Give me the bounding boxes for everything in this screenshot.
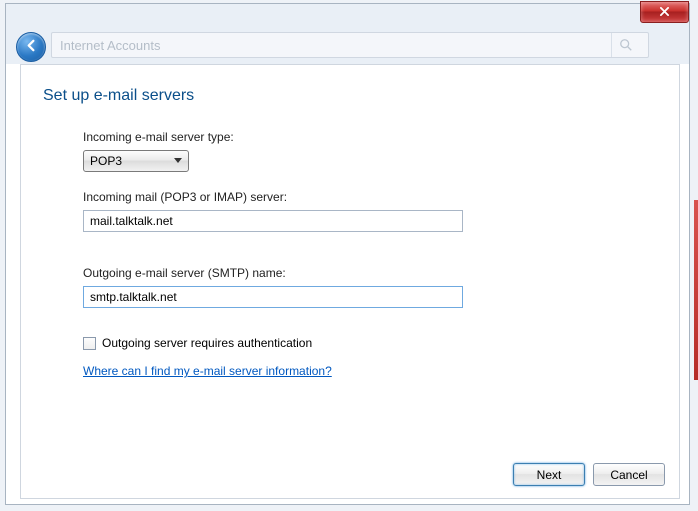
close-button[interactable] — [640, 1, 689, 23]
address-bar-text: Internet Accounts — [60, 38, 160, 53]
outgoing-server-label: Outgoing e-mail server (SMTP) name: — [83, 266, 503, 280]
wizard-window: Internet Accounts Set up e-mail servers … — [5, 3, 690, 505]
chevron-down-icon — [174, 158, 182, 164]
page-title: Set up e-mail servers — [43, 87, 194, 105]
outgoing-server-input[interactable] — [83, 286, 463, 308]
form-area: Incoming e-mail server type: POP3 Incomi… — [83, 130, 503, 378]
incoming-type-dropdown[interactable]: POP3 — [83, 150, 189, 172]
button-row: Next Cancel — [513, 463, 665, 486]
back-arrow-icon — [24, 38, 39, 56]
incoming-server-input[interactable] — [83, 210, 463, 232]
auth-required-checkbox[interactable] — [83, 337, 96, 350]
server-info-help-link[interactable]: Where can I find my e-mail server inform… — [83, 364, 332, 378]
address-bar: Internet Accounts — [51, 32, 649, 58]
cancel-button[interactable]: Cancel — [593, 463, 665, 486]
dialog-panel: Set up e-mail servers Incoming e-mail se… — [20, 64, 680, 499]
next-button[interactable]: Next — [513, 463, 585, 486]
decorative-edge — [694, 200, 698, 380]
incoming-type-value: POP3 — [90, 154, 122, 168]
search-icon — [611, 33, 640, 57]
incoming-server-label: Incoming mail (POP3 or IMAP) server: — [83, 190, 503, 204]
incoming-type-label: Incoming e-mail server type: — [83, 130, 503, 144]
back-button[interactable] — [16, 32, 46, 62]
auth-required-label: Outgoing server requires authentication — [102, 336, 312, 350]
close-icon — [659, 5, 670, 19]
